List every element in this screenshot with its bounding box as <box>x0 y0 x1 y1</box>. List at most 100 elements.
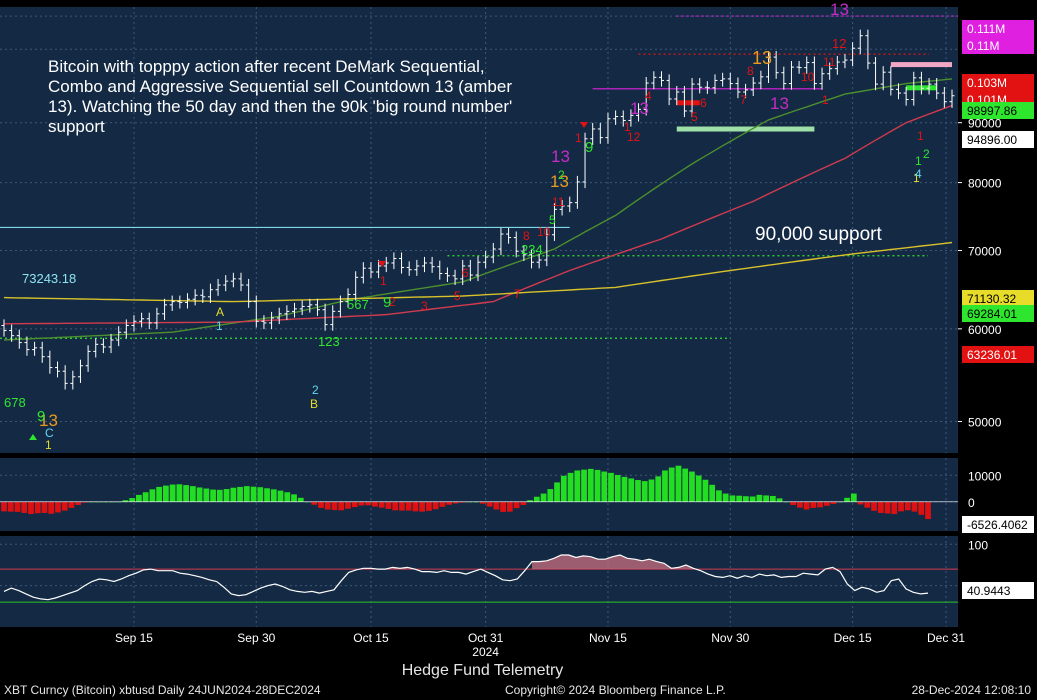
histogram-bar <box>264 488 270 502</box>
histogram-bar <box>257 487 264 502</box>
histogram-bar <box>689 471 695 502</box>
histogram-bar <box>372 501 378 507</box>
oscillator-y-tick-label: 100 <box>968 538 988 552</box>
histogram-bar <box>183 485 189 502</box>
histogram-bar <box>426 501 432 511</box>
histogram-bar <box>790 501 796 505</box>
right-value-label: 0.103M <box>967 76 1007 90</box>
histogram-y-tick-label: 10000 <box>968 469 1002 483</box>
histogram-bar <box>1 501 7 512</box>
histogram-bar <box>763 495 769 502</box>
histogram-bar <box>75 501 82 505</box>
histogram-bar <box>513 501 520 509</box>
histogram-bar <box>41 501 48 513</box>
histogram-bar <box>695 475 702 502</box>
right-value-label: -6526.4062 <box>967 518 1028 532</box>
histogram-bar <box>365 501 372 506</box>
demark-count-label: 2 <box>558 168 565 182</box>
histogram-bar <box>136 494 142 502</box>
right-value-label: 69284.01 <box>967 307 1017 321</box>
y-tick-label: 80000 <box>968 177 1002 191</box>
demark-count-label: 8 <box>747 64 754 78</box>
x-tick-label: Sep 15 <box>115 631 153 645</box>
histogram-bar <box>189 486 196 502</box>
histogram-bar <box>291 494 297 502</box>
histogram-bar <box>857 501 864 505</box>
histogram-bar <box>608 472 614 502</box>
histogram-bar <box>877 501 884 513</box>
right-value-label: 0.11M <box>967 39 999 53</box>
histogram-bar <box>918 501 925 515</box>
footer-copyright: Copyright© 2024 Bloomberg Finance L.P. <box>505 683 726 697</box>
histogram-bar <box>911 501 918 512</box>
histogram-bar <box>844 497 850 502</box>
demark-count-label: 13 <box>830 0 849 19</box>
histogram-bar <box>702 479 709 502</box>
histogram-bar <box>560 475 567 502</box>
histogram-bar <box>749 496 756 502</box>
histogram-bar <box>28 501 34 515</box>
red-marker-bar <box>676 100 700 106</box>
histogram-bar <box>520 501 527 505</box>
histogram-bar <box>668 467 675 502</box>
histogram-bar <box>7 501 14 512</box>
demark-count-label: 11 <box>823 55 836 69</box>
histogram-bar <box>142 492 149 502</box>
demark-count-label: 13 <box>551 147 570 166</box>
histogram-bar <box>864 501 871 508</box>
x-tick-label: Oct 31 <box>468 631 504 645</box>
x-tick-label: Nov 30 <box>711 631 749 645</box>
demark-count-label: 9 <box>585 139 593 156</box>
demark-count-label: 1 <box>575 131 582 145</box>
demark-count-label: 2 <box>312 383 319 397</box>
histogram-bar <box>351 501 358 508</box>
histogram-bar <box>675 465 682 502</box>
demark-count-label: 4 <box>645 89 652 103</box>
histogram-bar <box>554 482 560 502</box>
demark-count-label: 2 <box>389 295 396 309</box>
histogram-bar <box>587 468 594 502</box>
histogram-bar <box>48 501 55 514</box>
right-value-label: 40.9443 <box>967 584 1011 598</box>
histogram-bar <box>574 470 581 502</box>
histogram-bar <box>237 486 243 502</box>
histogram-bar <box>243 486 250 502</box>
histogram-bar <box>149 489 156 502</box>
histogram-bar <box>203 488 210 502</box>
histogram-y-tick-label: 0 <box>968 496 975 510</box>
annotation-text: Bitcoin with topppy action after recent … <box>48 57 513 136</box>
right-value-label: 71130.32 <box>967 292 1016 306</box>
histogram-bar <box>129 498 136 502</box>
pink-resistance-bar <box>890 62 952 68</box>
histogram-bar <box>34 501 41 514</box>
footer: Hedge Fund Telemetry XBT Curncy (Bitcoin… <box>0 660 1037 700</box>
histogram-bar <box>14 501 21 512</box>
histogram-bar <box>405 501 412 511</box>
demark-count-label: 3 <box>421 299 428 313</box>
right-value-label: 0.111M <box>967 22 1005 36</box>
histogram-bar <box>614 474 621 502</box>
histogram-bar <box>925 501 931 520</box>
demark-count-label: 123 <box>318 334 340 349</box>
histogram-bar <box>331 501 338 511</box>
histogram-bar <box>419 501 426 512</box>
demark-count-label: 1 <box>915 154 922 168</box>
histogram-bar <box>581 469 587 502</box>
histogram-bar <box>493 501 500 510</box>
histogram-bar <box>210 489 216 502</box>
demark-count-label: 5 <box>454 289 461 303</box>
histogram-bar <box>823 501 830 506</box>
y-tick-label: 60000 <box>968 323 1002 337</box>
histogram-bar <box>641 481 648 502</box>
histogram-bar <box>297 497 304 502</box>
histogram-bar <box>850 493 857 502</box>
demark-count-label: 1 <box>624 120 631 134</box>
histogram-bar <box>655 476 662 502</box>
histogram-bar <box>770 495 776 502</box>
histogram-bar <box>270 489 277 502</box>
histogram-bar <box>817 501 823 508</box>
footer-title: Hedge Fund Telemetry <box>401 662 564 679</box>
x-tick-label: Sep 30 <box>237 631 275 645</box>
histogram-bar <box>547 489 554 502</box>
histogram-bar <box>55 501 61 513</box>
